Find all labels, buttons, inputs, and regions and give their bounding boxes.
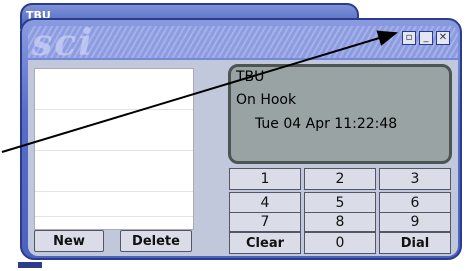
close-icon: ✕ [438,32,448,43]
dial-button[interactable]: Dial [379,232,451,254]
new-button[interactable]: New [34,230,104,252]
key-2[interactable]: 2 [304,168,376,190]
main-panel: New Delete TBU On Hook Tue 04 Apr 11:22:… [28,60,458,256]
key-1[interactable]: 1 [229,168,301,190]
list-item[interactable] [35,151,193,192]
key-5[interactable]: 5 [304,192,376,214]
minimize-button[interactable]: _ [419,31,433,45]
entry-list[interactable] [34,68,194,230]
delete-button[interactable]: Delete [120,230,192,252]
app-window: sci ▫ _ ✕ New Delete TBU On Hook Tue 04 … [20,18,462,260]
status-indicator [18,262,42,268]
key-0[interactable]: 0 [304,232,376,254]
key-9[interactable]: 9 [379,212,451,232]
phone-display: TBU On Hook Tue 04 Apr 11:22:48 [228,64,452,164]
display-line-datetime: Tue 04 Apr 11:22:48 [255,116,398,132]
list-item[interactable] [35,192,193,217]
window-controls: ▫ _ ✕ [402,31,450,45]
restore-button[interactable]: ▫ [402,31,416,45]
window-header[interactable]: sci ▫ _ ✕ [28,22,458,64]
key-4[interactable]: 4 [229,192,301,214]
key-8[interactable]: 8 [304,212,376,232]
display-line-status: On Hook [236,92,297,108]
list-item[interactable] [35,110,193,151]
display-line-title: TBU [236,69,265,85]
sci-logo: sci [32,22,94,64]
minimize-icon: _ [423,32,429,43]
key-6[interactable]: 6 [379,192,451,214]
key-3[interactable]: 3 [379,168,451,190]
close-button[interactable]: ✕ [436,31,450,45]
list-item[interactable] [35,69,193,110]
clear-button[interactable]: Clear [229,232,301,254]
key-7[interactable]: 7 [229,212,301,232]
restore-icon: ▫ [405,32,413,43]
